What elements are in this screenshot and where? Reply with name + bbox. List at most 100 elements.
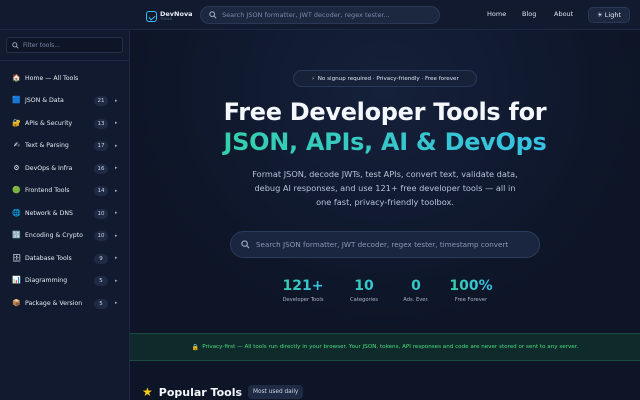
sidebar-item-count: 10 xyxy=(94,231,108,241)
theme-toggle-button[interactable]: ☀ Light xyxy=(588,7,630,23)
sidebar-item-label: Database Tools xyxy=(25,254,72,262)
sidebar-item[interactable]: 🟦 JSON & Data 21 ▸ xyxy=(0,90,130,113)
logo-icon xyxy=(146,10,157,22)
brand-logo-link[interactable]: DevNova TOOLS xyxy=(146,8,193,24)
numbers-icon: 🔢 xyxy=(12,231,21,240)
sidebar-item-count: 9 xyxy=(94,253,108,264)
search-icon xyxy=(12,41,19,49)
sidebar-item-count: 14 xyxy=(94,186,108,196)
sidebar-filter[interactable] xyxy=(6,37,123,53)
popular-tools-badge: Most used daily xyxy=(248,385,304,399)
stat-label: Free Forever xyxy=(454,297,488,303)
stat-tools: 121+ Developer Tools xyxy=(273,278,333,303)
sidebar-item-count: 16 xyxy=(94,163,108,174)
sidebar-item[interactable]: 📦 Package & Version 5 ▸ xyxy=(0,292,130,315)
stat-value: 0 xyxy=(386,278,446,294)
sidebar-item-count: 10 xyxy=(94,208,108,219)
caret-right-icon[interactable]: ▸ xyxy=(115,143,118,149)
lock-key-icon: 🔐 xyxy=(12,118,21,127)
hero-description: Format JSON, decode JWTs, test APIs, con… xyxy=(252,169,518,207)
sidebar-item-count: 5 xyxy=(94,298,108,309)
main-content: ⚡ No signup required · Privacy-friendly … xyxy=(130,30,640,400)
bolt-icon: ⚡ xyxy=(311,75,315,82)
sidebar-item[interactable]: 🔢 Encoding & Crypto 10 ▸ xyxy=(0,225,130,248)
stat-label: Categories xyxy=(350,297,378,303)
sidebar-item-label: JSON & Data xyxy=(25,97,64,105)
caret-right-icon[interactable]: ▸ xyxy=(115,98,118,104)
sidebar-item[interactable]: 🌐 Network & DNS 10 ▸ xyxy=(0,202,130,225)
sidebar-item-label: APIs & Security xyxy=(25,119,73,127)
sidebar-item-label: Diagramming xyxy=(25,277,68,285)
package-icon: 📦 xyxy=(12,298,21,307)
globe-icon: 🌐 xyxy=(12,208,21,217)
sidebar-item-count: 21 xyxy=(94,96,108,106)
stat-value: 10 xyxy=(334,278,394,294)
search-icon xyxy=(209,11,217,19)
sidebar-divider xyxy=(0,60,130,61)
sidebar-item-count: 17 xyxy=(94,141,108,151)
cabinet-icon: 🗄 xyxy=(12,253,21,262)
sidebar-filter-input[interactable] xyxy=(23,41,118,49)
stat-free: 100% Free Forever xyxy=(441,278,501,303)
caret-right-icon[interactable]: ▸ xyxy=(115,300,118,306)
top-navbar: DevNova TOOLS Home Blog About ☀ Light xyxy=(0,0,640,30)
sidebar-item-label: Frontend Tools xyxy=(25,187,70,195)
header-search[interactable] xyxy=(200,6,440,24)
hero-search[interactable] xyxy=(230,231,540,258)
header-search-input[interactable] xyxy=(222,11,432,19)
sidebar-item[interactable]: ✍ Text & Parsing 17 ▸ xyxy=(0,135,130,158)
theme-toggle-label: Light xyxy=(604,11,622,19)
sidebar-item[interactable]: 📊 Diagramming 5 ▸ xyxy=(0,270,130,293)
hero-pill: ⚡ No signup required · Privacy-friendly … xyxy=(293,70,477,87)
brand-tagline: TOOLS xyxy=(160,17,172,21)
nav-link-about[interactable]: About xyxy=(554,10,573,18)
house-icon: 🏠 xyxy=(12,73,21,82)
privacy-banner: 🔒 Privacy-first — All tools run directly… xyxy=(130,333,640,361)
caret-right-icon[interactable]: ▸ xyxy=(115,210,118,216)
sidebar-item-label: Text & Parsing xyxy=(25,142,69,150)
stat-ads: 0 Ads. Ever. xyxy=(386,278,446,303)
sidebar-items: 🏠 Home — All Tools 🟦 JSON & Data 21 ▸ 🔐 APIs & … xyxy=(0,67,130,315)
hero-title-line2: JSON, APIs, AI & DevOps xyxy=(130,128,640,156)
nav-link-blog[interactable]: Blog xyxy=(522,10,536,18)
sidebar-item[interactable]: 🔐 APIs & Security 13 ▸ xyxy=(0,112,130,135)
stat-value: 121+ xyxy=(273,278,333,294)
chart-icon: 📊 xyxy=(12,276,21,285)
hero-pill-text: No signup required · Privacy-friendly · … xyxy=(317,75,459,82)
caret-right-icon[interactable]: ▸ xyxy=(115,255,118,261)
stat-value: 100% xyxy=(441,278,501,294)
sidebar-item-count: 5 xyxy=(94,276,108,286)
popular-tools-title: Popular Tools xyxy=(158,385,243,399)
sidebar-item[interactable]: ⚙ DevOps & Infra 16 ▸ xyxy=(0,157,130,180)
sidebar-item[interactable]: 🏠 Home — All Tools xyxy=(0,67,130,90)
stat-label: Ads. Ever. xyxy=(403,297,429,303)
hero-title-line1: Free Developer Tools for xyxy=(223,98,547,126)
privacy-banner-text: Privacy-first — All tools run directly i… xyxy=(202,344,579,350)
caret-right-icon[interactable]: ▸ xyxy=(115,233,118,239)
sidebar-item-label: Network & DNS xyxy=(25,209,73,217)
popular-tools-header: ★ Popular Tools Most used daily xyxy=(142,385,304,399)
caret-right-icon[interactable]: ▸ xyxy=(115,278,118,284)
sidebar-item[interactable]: 🗄 Database Tools 9 ▸ xyxy=(0,247,130,270)
gear-icon: ⚙ xyxy=(13,163,20,172)
search-icon xyxy=(241,240,250,249)
caret-right-icon[interactable]: ▸ xyxy=(115,165,118,171)
sidebar-item-count: 13 xyxy=(94,118,108,129)
sun-icon: ☀ xyxy=(596,11,603,19)
caret-right-icon[interactable]: ▸ xyxy=(115,188,118,194)
sidebar-item-label: Home — All Tools xyxy=(25,74,79,82)
sidebar: 🏠 Home — All Tools 🟦 JSON & Data 21 ▸ 🔐 APIs & … xyxy=(0,30,130,400)
star-icon: ★ xyxy=(142,385,153,399)
green-circle-icon: 🟢 xyxy=(12,186,21,195)
stat-label: Developer Tools xyxy=(282,297,324,303)
sidebar-item-label: Package & Version xyxy=(25,299,83,307)
hero-search-input[interactable] xyxy=(256,240,536,249)
brand-text: DevNova TOOLS xyxy=(160,10,193,22)
nav-link-home[interactable]: Home xyxy=(487,10,506,18)
sidebar-item-label: Encoding & Crypto xyxy=(25,232,83,240)
lock-icon: 🔒 xyxy=(191,343,200,351)
blue-square-icon: 🟦 xyxy=(12,96,21,105)
caret-right-icon[interactable]: ▸ xyxy=(115,120,118,126)
sidebar-item[interactable]: 🟢 Frontend Tools 14 ▸ xyxy=(0,180,130,203)
stat-categories: 10 Categories xyxy=(334,278,394,303)
